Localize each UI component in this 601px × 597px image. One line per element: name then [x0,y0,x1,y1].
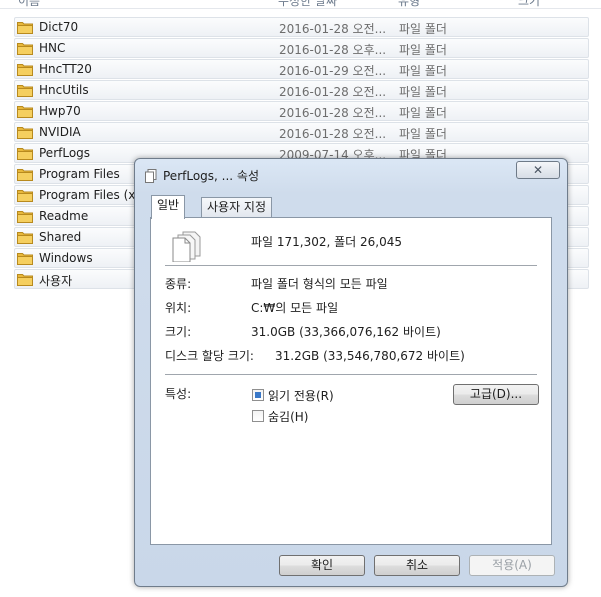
folder-icon [17,274,33,286]
divider [165,374,537,375]
folder-icon [17,211,33,223]
dialog-title: PerfLogs, ... 속성 [163,169,260,183]
item-date: 2016-01-29 오전... [279,64,387,78]
item-name: PerfLogs [39,146,91,160]
item-type: 파일 폴더 [399,85,447,99]
list-item[interactable]: HNC 2016-01-28 오후... 파일 폴더 [14,38,589,58]
location-value: C:₩의 모든 파일 [251,301,339,315]
tab-customize[interactable]: 사용자 지정 [201,197,273,217]
item-date: 2016-01-28 오전... [279,85,387,99]
list-item[interactable]: NVIDIA 2016-01-28 오전... 파일 폴더 [14,122,589,142]
item-type: 파일 폴더 [399,22,447,36]
folder-icon [17,253,33,265]
advanced-button[interactable]: 고급(D)... [453,384,539,405]
folder-icon [17,190,33,202]
item-name: Shared [39,230,82,244]
folder-icon [17,43,33,55]
folder-icon [17,232,33,244]
folder-icon [17,22,33,34]
type-value: 파일 폴더 형식의 모든 파일 [251,277,388,291]
column-header: 이름 수정한 날짜 유형 크기 [0,0,601,9]
hidden-checkbox[interactable] [252,410,264,422]
item-type: 파일 폴더 [399,127,447,141]
disk-size-label: 디스크 할당 크기: [165,349,254,363]
properties-dialog: PerfLogs, ... 속성 ✕ 일반 사용자 지정 파일 171,302,… [134,158,568,587]
column-type[interactable]: 유형 [398,0,420,8]
cancel-button[interactable]: 취소 [374,555,460,576]
item-date: 2016-01-28 오전... [279,22,387,36]
column-name[interactable]: 이름 [18,0,40,8]
folder-icon [17,106,33,118]
folder-icon [17,148,33,160]
item-date: 2016-01-28 오후... [279,43,387,57]
list-item[interactable]: Hwp70 2016-01-28 오전... 파일 폴더 [14,101,589,121]
list-item[interactable]: Dict70 2016-01-28 오전... 파일 폴더 [14,17,589,37]
item-name: Windows [39,251,93,265]
item-type: 파일 폴더 [399,64,447,78]
size-value: 31.0GB (33,366,076,162 바이트) [251,325,441,339]
folder-icon [17,85,33,97]
size-label: 크기: [165,325,192,339]
disk-size-value: 31.2GB (33,546,780,672 바이트) [275,349,465,363]
item-type: 파일 폴더 [399,106,447,120]
summary-text: 파일 171,302, 폴더 26,045 [251,235,403,249]
item-name: HncUtils [39,83,89,97]
document-icon [145,169,157,183]
divider [165,265,537,266]
multiple-files-icon [172,231,201,262]
item-name: 사용자 [39,274,73,288]
type-label: 종류: [165,277,192,291]
item-name: Dict70 [39,20,79,34]
item-date: 2016-01-28 오전... [279,127,387,141]
close-button[interactable]: ✕ [516,161,560,179]
attributes-label: 특성: [165,387,192,401]
item-date: 2016-01-28 오전... [279,106,387,120]
list-item[interactable]: HncUtils 2016-01-28 오전... 파일 폴더 [14,80,589,100]
readonly-label[interactable]: 읽기 전용(R) [268,387,334,404]
item-name: HNC [39,41,66,55]
item-name: NVIDIA [39,125,81,139]
item-name: Readme [39,209,89,223]
item-name: Hwp70 [39,104,81,118]
hidden-label[interactable]: 숨김(H) [268,408,308,425]
apply-button[interactable]: 적용(A) [469,555,555,576]
general-panel: 파일 171,302, 폴더 26,045 종류: 파일 폴더 형식의 모든 파… [150,217,552,545]
folder-icon [17,64,33,76]
column-date[interactable]: 수정한 날짜 [278,0,337,8]
readonly-checkbox[interactable] [252,389,264,401]
location-label: 위치: [165,301,192,315]
column-size[interactable]: 크기 [518,0,540,8]
item-name: Program Files [39,167,120,181]
item-type: 파일 폴더 [399,43,447,57]
folder-icon [17,127,33,139]
item-name: HncTT20 [39,62,92,76]
list-item[interactable]: HncTT20 2016-01-29 오전... 파일 폴더 [14,59,589,79]
tab-general[interactable]: 일반 [151,195,186,219]
folder-icon [17,169,33,181]
ok-button[interactable]: 확인 [279,555,365,576]
